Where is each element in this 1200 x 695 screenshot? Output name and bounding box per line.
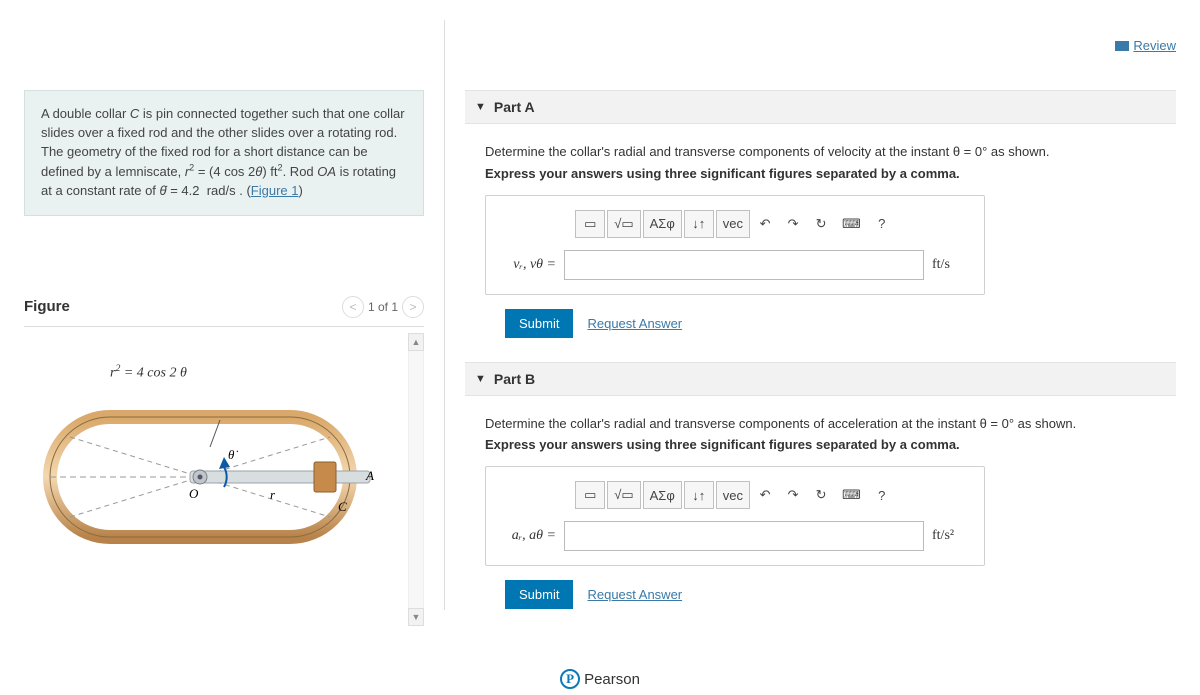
main-content: A double collar C is pin connected toget… [0, 0, 1200, 660]
keyboard-button[interactable]: ⌨ [836, 210, 867, 238]
help-button[interactable]: ? [869, 210, 895, 238]
undo-button[interactable]: ↶ [752, 481, 778, 509]
equation-toolbar: ▭ √▭ ΑΣφ ↓↑ vec ↶ ↷ ↻ ⌨ ? [575, 210, 895, 238]
figure-prev-button[interactable]: < [342, 296, 364, 318]
variable-label: vᵣ, vθ = [502, 257, 556, 273]
left-column: A double collar C is pin connected toget… [24, 20, 424, 660]
figure-nav: < 1 of 1 > [342, 296, 424, 318]
instruction-text: Express your answers using three signifi… [485, 166, 1156, 181]
part-header[interactable]: ▼ Part B [465, 362, 1176, 396]
pearson-logo: PPearson [560, 669, 640, 689]
svg-text:r: r [270, 487, 276, 502]
figure-counter: 1 of 1 [368, 300, 398, 314]
part-title: Part B [494, 371, 535, 387]
help-button[interactable]: ? [869, 481, 895, 509]
greek-button[interactable]: ΑΣφ [643, 210, 682, 238]
part-section: ▼ Part A Determine the collar's radial a… [465, 90, 1176, 342]
units-label: ft/s [932, 257, 968, 273]
subscript-button[interactable]: ↓↑ [684, 481, 714, 509]
undo-button[interactable]: ↶ [752, 210, 778, 238]
figure-image: r2 = 4 cos 2 θ [24, 333, 424, 571]
part-body: Determine the collar's radial and transv… [465, 396, 1176, 611]
answer-box: ▭ √▭ ΑΣφ ↓↑ vec ↶ ↷ ↻ ⌨ ? vᵣ, vθ = [485, 195, 985, 295]
collapse-caret-icon: ▼ [475, 373, 486, 385]
redo-button[interactable]: ↷ [780, 481, 806, 509]
subscript-button[interactable]: ↓↑ [684, 210, 714, 238]
svg-text:O: O [189, 486, 199, 501]
request-answer-link[interactable]: Request Answer [587, 316, 682, 331]
keyboard-button[interactable]: ⌨ [836, 481, 867, 509]
collapse-caret-icon: ▼ [475, 101, 486, 113]
equation-toolbar: ▭ √▭ ΑΣφ ↓↑ vec ↶ ↷ ↻ ⌨ ? [575, 481, 895, 509]
figure-scroll-down[interactable]: ▼ [408, 608, 424, 626]
greek-button[interactable]: ΑΣφ [643, 481, 682, 509]
figure-viewport: ▲ ▼ r2 = 4 cos 2 θ [24, 326, 424, 626]
actions-row: Submit Request Answer [505, 580, 1156, 609]
figure-1-link[interactable]: Figure 1 [251, 183, 299, 198]
right-column: ▼ Part A Determine the collar's radial a… [444, 20, 1176, 610]
answer-box: ▭ √▭ ΑΣφ ↓↑ vec ↶ ↷ ↻ ⌨ ? aᵣ, aθ = [485, 466, 985, 566]
figure-next-button[interactable]: > [402, 296, 424, 318]
vec-button[interactable]: vec [716, 210, 750, 238]
submit-button[interactable]: Submit [505, 309, 573, 338]
part-section: ▼ Part B Determine the collar's radial a… [465, 362, 1176, 611]
answer-input[interactable] [564, 250, 924, 280]
figure-scroll-track[interactable] [408, 351, 424, 608]
submit-button[interactable]: Submit [505, 580, 573, 609]
units-label: ft/s² [932, 528, 968, 544]
request-answer-link[interactable]: Request Answer [587, 587, 682, 602]
actions-row: Submit Request Answer [505, 309, 1156, 338]
part-header[interactable]: ▼ Part A [465, 90, 1176, 124]
part-body: Determine the collar's radial and transv… [465, 124, 1176, 342]
answer-input-row: aᵣ, aθ = ft/s² [502, 521, 968, 551]
svg-text:θ̇: θ̇ [228, 447, 238, 462]
sqrt-button[interactable]: √▭ [607, 481, 640, 509]
variable-label: aᵣ, aθ = [502, 528, 556, 544]
problem-intro: A double collar C is pin connected toget… [24, 90, 424, 216]
figure-equation: r2 = 4 cos 2 θ [110, 363, 408, 382]
svg-text:C: C [338, 499, 347, 514]
lemniscate-diagram: O A C r θ̇ [40, 387, 380, 567]
part-title: Part A [494, 99, 535, 115]
answer-input[interactable] [564, 521, 924, 551]
question-text: Determine the collar's radial and transv… [485, 414, 1156, 434]
question-text: Determine the collar's radial and transv… [485, 142, 1156, 162]
svg-text:A: A [365, 468, 374, 483]
reset-button[interactable]: ↻ [808, 481, 834, 509]
figure-header: Figure < 1 of 1 > [24, 296, 424, 318]
answer-input-row: vᵣ, vθ = ft/s [502, 250, 968, 280]
instruction-text: Express your answers using three signifi… [485, 437, 1156, 452]
templates-button[interactable]: ▭ [575, 481, 605, 509]
figure-scroll-up[interactable]: ▲ [408, 333, 424, 351]
footer: PPearson [0, 665, 1200, 695]
templates-button[interactable]: ▭ [575, 210, 605, 238]
redo-button[interactable]: ↷ [780, 210, 806, 238]
figure-title: Figure [24, 298, 70, 315]
sqrt-button[interactable]: √▭ [607, 210, 640, 238]
reset-button[interactable]: ↻ [808, 210, 834, 238]
vec-button[interactable]: vec [716, 481, 750, 509]
